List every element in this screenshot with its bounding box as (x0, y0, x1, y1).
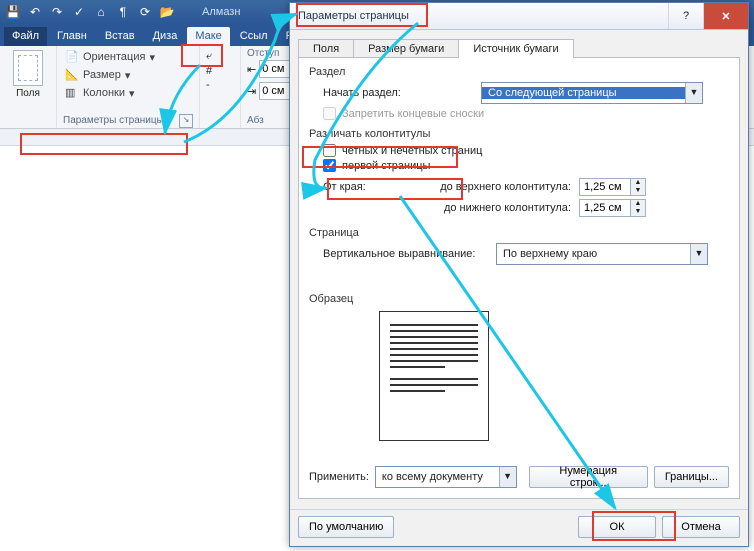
valign-select[interactable]: По верхнему краю ▼ (496, 243, 708, 265)
chevron-down-icon: ▾ (125, 69, 131, 82)
page-setup-launcher[interactable]: ↘ (179, 114, 193, 128)
spin-up-icon[interactable]: ▲ (631, 200, 645, 208)
dialog-titlebar[interactable]: Параметры страницы ? ✕ (290, 3, 748, 30)
redo-icon[interactable]: ↷ (50, 5, 64, 19)
borders-button[interactable]: Границы... (654, 466, 729, 488)
tab-margins[interactable]: Поля (298, 39, 354, 58)
tab-references[interactable]: Ссыл (232, 27, 276, 46)
from-edge-label: От края: (323, 181, 383, 193)
dialog-title: Параметры страницы (298, 10, 409, 22)
chevron-down-icon[interactable]: ▼ (499, 467, 516, 487)
columns-button[interactable]: ▥Колонки▾ (63, 84, 193, 102)
section-start-label: Начать раздел: (323, 87, 473, 99)
help-button[interactable]: ? (668, 3, 703, 29)
section-start-select[interactable]: Со следующей страницы ▼ (481, 82, 703, 104)
apply-to-select[interactable]: ко всему документу ▼ (375, 466, 517, 488)
tab-layout[interactable]: Маке (187, 27, 229, 46)
chevron-down-icon: ▾ (149, 51, 155, 64)
apply-to-value: ко всему документу (376, 471, 499, 483)
dialog-tabs: Поля Размер бумаги Источник бумаги (290, 30, 748, 57)
headers-group-label: Различать колонтитулы (309, 128, 729, 140)
header-distance-input[interactable]: ▲▼ (579, 178, 646, 196)
header-distance-label: до верхнего колонтитула: (391, 181, 571, 193)
tab-paper-size[interactable]: Размер бумаги (353, 39, 459, 58)
section-start-value: Со следующей страницы (482, 87, 685, 99)
open-icon[interactable]: 📂 (160, 5, 174, 19)
valign-label: Вертикальное выравнивание: (323, 248, 488, 260)
breaks-icon[interactable]: ⤶ (206, 50, 234, 63)
dialog-panel: Раздел Начать раздел: Со следующей стран… (298, 57, 740, 499)
close-button[interactable]: ✕ (703, 3, 748, 29)
chevron-down-icon[interactable]: ▼ (685, 83, 702, 103)
orientation-button[interactable]: 📄Ориентация▾ (63, 48, 193, 66)
tab-home[interactable]: Главн (49, 27, 95, 46)
tab-paper-source[interactable]: Источник бумаги (458, 39, 573, 58)
refresh-icon[interactable]: ⟳ (138, 5, 152, 19)
page-setup-group-label: Параметры страницы (63, 115, 164, 126)
tab-insert[interactable]: Встав (97, 27, 143, 46)
line-numbers-button[interactable]: Нумерация строк... (529, 466, 648, 488)
line-numbers-icon[interactable]: # (206, 65, 234, 77)
hyphenation-icon[interactable]: ‐ (206, 79, 234, 91)
preview-box (379, 311, 489, 441)
chevron-down-icon: ▾ (129, 87, 135, 100)
spell-icon[interactable]: ✓ (72, 5, 86, 19)
spin-down-icon[interactable]: ▼ (631, 187, 645, 195)
tab-design[interactable]: Диза (145, 27, 186, 46)
paragraph-group-label: Абз (247, 115, 264, 126)
spin-down-icon[interactable]: ▼ (631, 208, 645, 216)
undo-icon[interactable]: ↶ (28, 5, 42, 19)
footer-distance-label: до нижнего колонтитула: (391, 202, 571, 214)
default-button[interactable]: По умолчанию (298, 516, 394, 538)
tab-file[interactable]: Файл (4, 27, 47, 46)
page-size-icon: 📐 (65, 68, 79, 82)
columns-icon: ▥ (65, 86, 79, 100)
orientation-icon: 📄 (65, 50, 79, 64)
cancel-button[interactable]: Отмена (662, 516, 740, 538)
spin-up-icon[interactable]: ▲ (631, 179, 645, 187)
section-group-label: Раздел (309, 66, 729, 78)
apply-to-label: Применить: (309, 471, 369, 483)
first-page-checkbox[interactable]: первой страницы (323, 159, 729, 172)
document-title: Алмазн (202, 6, 240, 18)
chevron-down-icon[interactable]: ▼ (690, 244, 707, 264)
home-icon[interactable]: ⌂ (94, 5, 108, 19)
indent-left-icon: ⇤ (247, 63, 256, 76)
save-icon[interactable]: 💾 (6, 5, 20, 19)
indent-right-icon: ⇥ (247, 85, 256, 98)
page-group-label: Страница (309, 227, 729, 239)
reveal-icon[interactable]: ¶ (116, 5, 130, 19)
footer-distance-input[interactable]: ▲▼ (579, 199, 646, 217)
margins-label[interactable]: Поля (6, 88, 50, 99)
ok-button[interactable]: ОК (578, 516, 656, 538)
valign-value: По верхнему краю (497, 248, 690, 260)
dialog-footer: По умолчанию ОК Отмена (290, 509, 748, 546)
margins-icon[interactable] (13, 50, 43, 86)
preview-group-label: Образец (309, 293, 729, 305)
odd-even-checkbox[interactable]: четных и нечетных страниц (323, 144, 729, 157)
page-setup-dialog: Параметры страницы ? ✕ Поля Размер бумаг… (289, 2, 749, 547)
size-button[interactable]: 📐Размер▾ (63, 66, 193, 84)
suppress-endnotes-checkbox[interactable]: Запретить концевые сноски (323, 107, 729, 120)
